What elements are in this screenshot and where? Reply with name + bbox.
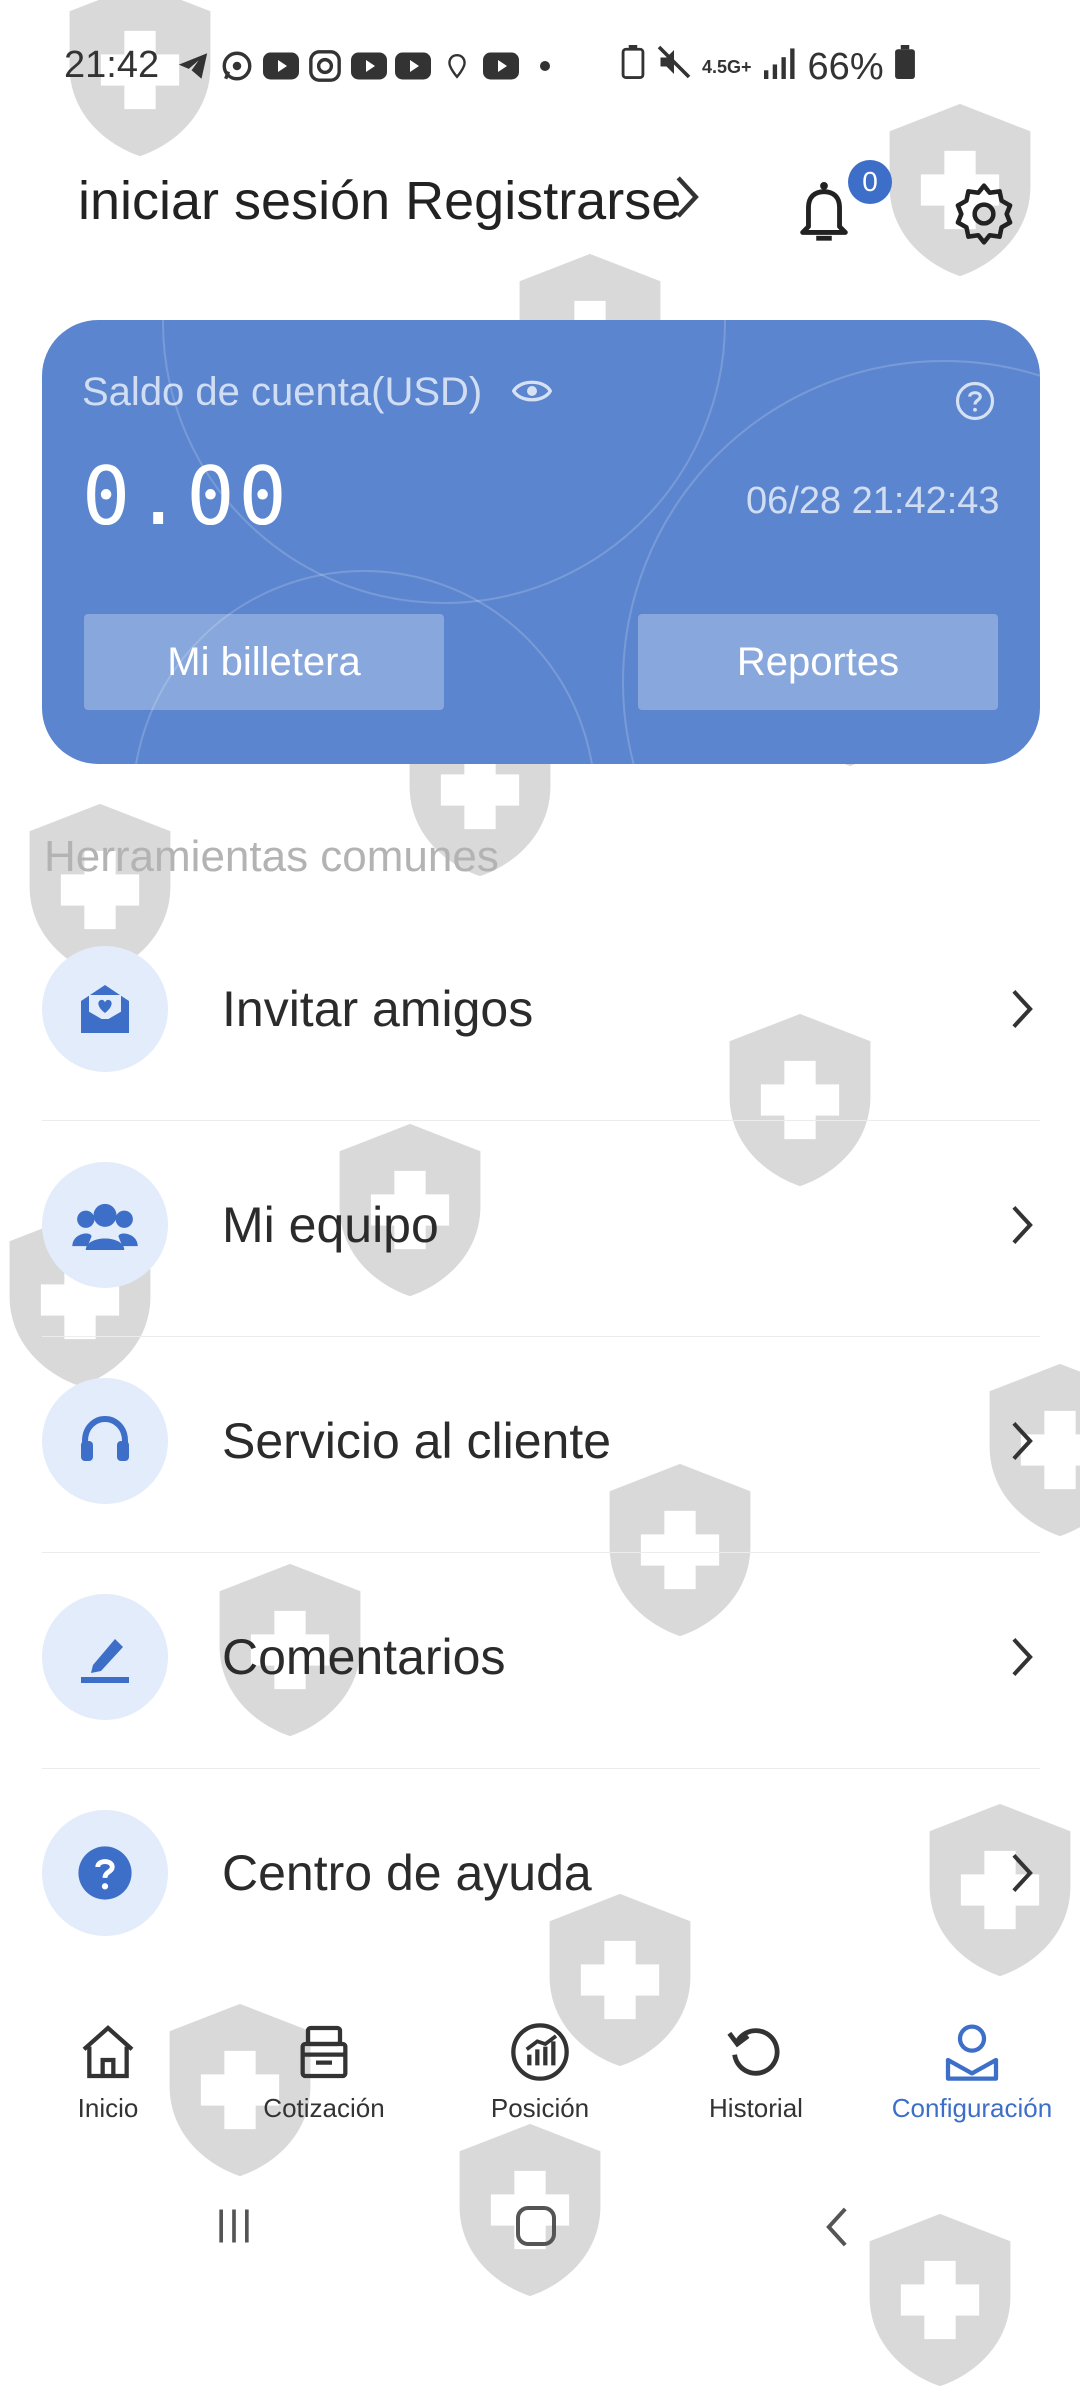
list-item-invite-friends[interactable]: Invitar amigos bbox=[42, 904, 1040, 1121]
tab-label: Posición bbox=[490, 2093, 590, 2123]
list-item-label: Centro de ayuda bbox=[222, 1845, 592, 1901]
balance-amount: 0.00 bbox=[82, 450, 291, 543]
list-item-label: Mi equipo bbox=[222, 1197, 439, 1253]
back-icon[interactable] bbox=[820, 2204, 854, 2255]
list-item-customer-service[interactable]: Servicio al cliente bbox=[42, 1336, 1040, 1553]
bell-icon[interactable] bbox=[796, 180, 852, 251]
balance-timestamp: 06/28 21:42:43 bbox=[746, 480, 1000, 522]
balance-label: Saldo de cuenta(USD) bbox=[82, 370, 483, 414]
chevron-right-icon[interactable] bbox=[672, 172, 702, 227]
list-item-label: Comentarios bbox=[222, 1629, 506, 1685]
status-right: 4.5G+ 66% bbox=[620, 44, 916, 90]
reports-button[interactable]: Reportes bbox=[638, 614, 998, 710]
quote-icon bbox=[292, 2020, 356, 2089]
wallet-button[interactable]: Mi billetera bbox=[84, 614, 444, 710]
status-bar: 21:42 4.5G+ 66% bbox=[0, 0, 1080, 130]
system-navigation-bar bbox=[0, 2180, 1080, 2280]
chevron-right-icon bbox=[1008, 1202, 1036, 1253]
youtube-icon bbox=[483, 48, 519, 84]
edit-icon bbox=[42, 1594, 168, 1720]
chevron-right-icon bbox=[1008, 1418, 1036, 1469]
youtube-icon bbox=[351, 48, 387, 84]
chevron-right-icon bbox=[1008, 986, 1036, 1037]
notification-icons bbox=[175, 48, 563, 84]
battery-saver-icon bbox=[620, 45, 646, 89]
youtube-icon bbox=[263, 48, 299, 84]
list-item-help-center[interactable]: Centro de ayuda bbox=[42, 1768, 1040, 1984]
list-item-label: Invitar amigos bbox=[222, 981, 534, 1037]
list-item-label: Servicio al cliente bbox=[222, 1413, 612, 1469]
tab-position[interactable]: Posición bbox=[432, 2020, 648, 2124]
mute-icon bbox=[656, 44, 692, 90]
recent-apps-icon[interactable] bbox=[212, 2204, 256, 2253]
list-item-comments[interactable]: Comentarios bbox=[42, 1552, 1040, 1769]
question-icon bbox=[42, 1810, 168, 1936]
tab-quote[interactable]: Cotización bbox=[216, 2020, 432, 2124]
network-type: 4.5G+ bbox=[702, 56, 752, 77]
tab-label: Cotización bbox=[263, 2093, 385, 2123]
notification-badge: 0 bbox=[848, 160, 892, 204]
section-title: Herramientas comunes bbox=[44, 832, 499, 881]
history-icon bbox=[724, 2020, 788, 2089]
instagram-icon bbox=[307, 48, 343, 84]
youtube-icon bbox=[395, 48, 431, 84]
status-time: 21:42 bbox=[64, 44, 160, 86]
battery-text: 66% bbox=[807, 45, 884, 88]
signal-icon bbox=[762, 46, 798, 89]
home-button-icon[interactable] bbox=[512, 2202, 560, 2255]
battery-icon bbox=[894, 45, 916, 89]
envelope-heart-icon bbox=[42, 946, 168, 1072]
eye-icon[interactable] bbox=[511, 376, 553, 411]
team-icon bbox=[42, 1162, 168, 1288]
tab-history[interactable]: Historial bbox=[648, 2020, 864, 2124]
login-register-link[interactable]: iniciar sesión Registrarse bbox=[78, 170, 681, 232]
chevron-right-icon bbox=[1008, 1634, 1036, 1685]
tab-label: Historial bbox=[709, 2093, 803, 2123]
whatsapp-icon bbox=[219, 48, 255, 84]
tab-label: Configuración bbox=[891, 2093, 1053, 2123]
gear-icon[interactable] bbox=[950, 180, 1018, 253]
profile-icon bbox=[940, 2020, 1004, 2089]
tab-label: Inicio bbox=[77, 2093, 139, 2123]
dot-icon bbox=[527, 48, 563, 84]
location-icon bbox=[439, 48, 475, 84]
list-item-my-team[interactable]: Mi equipo bbox=[42, 1120, 1040, 1337]
chevron-right-icon bbox=[1008, 1850, 1036, 1901]
position-icon bbox=[508, 2020, 572, 2089]
headset-icon bbox=[42, 1378, 168, 1504]
bottom-tab-bar: Inicio Cotización Posición Historial Con… bbox=[0, 2020, 1080, 2170]
account-balance-card: Saldo de cuenta(USD) 0.00 06/28 21:42:43… bbox=[42, 320, 1040, 764]
tab-settings[interactable]: Configuración bbox=[864, 2020, 1080, 2124]
home-icon bbox=[76, 2020, 140, 2089]
help-circle-icon[interactable] bbox=[954, 380, 996, 427]
telegram-icon bbox=[175, 48, 211, 84]
tab-home[interactable]: Inicio bbox=[0, 2020, 216, 2124]
